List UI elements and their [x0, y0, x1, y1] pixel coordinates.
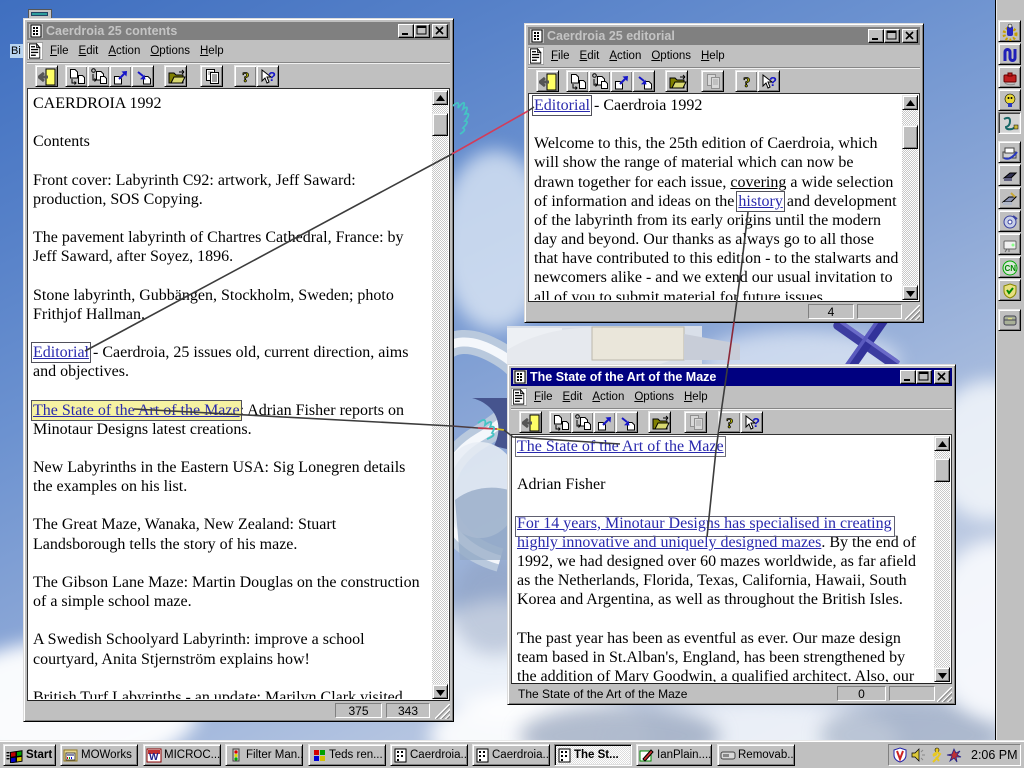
svg-text:?: ?: [242, 70, 250, 86]
svg-text:CN: CN: [1005, 264, 1017, 273]
svg-text:?: ?: [769, 74, 777, 89]
svg-text:?: ?: [743, 75, 751, 91]
svg-text:?: ?: [268, 69, 276, 84]
svg-text:?: ?: [752, 415, 760, 430]
svg-text:?: ?: [726, 416, 734, 432]
svg-text:W: W: [149, 752, 159, 763]
